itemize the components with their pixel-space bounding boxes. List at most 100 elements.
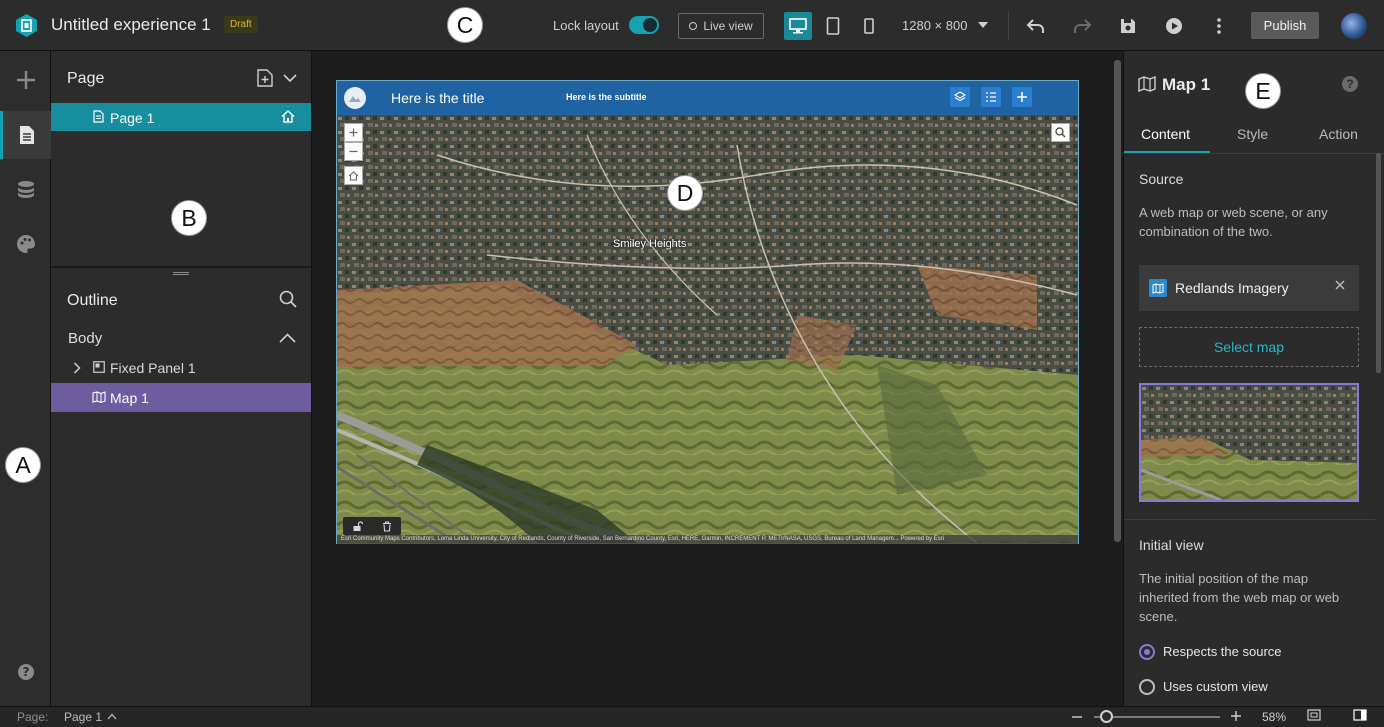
settings-scrollbar[interactable] (1376, 153, 1381, 373)
initial-view-description: The initial position of the map inherite… (1139, 571, 1340, 624)
fit-screen-icon (1307, 709, 1321, 721)
help-icon[interactable]: ? (1342, 76, 1358, 92)
unlock-button[interactable] (352, 520, 364, 532)
custom-view-label[interactable]: Uses custom view (1163, 679, 1268, 694)
fit-to-screen-button[interactable] (1307, 709, 1321, 721)
respects-source-radio[interactable] (1139, 644, 1155, 660)
undo-icon (1026, 19, 1044, 33)
zoom-in-button[interactable] (344, 123, 363, 142)
zoom-out-icon (349, 150, 358, 153)
user-avatar[interactable] (1341, 13, 1367, 39)
header-logo-icon (344, 87, 366, 109)
svg-text:?: ? (22, 665, 29, 679)
plus-icon (16, 71, 35, 89)
source-heading: Source (1139, 171, 1184, 187)
section-divider (1124, 519, 1375, 520)
redo-button[interactable] (1070, 14, 1094, 38)
lock-layout-toggle[interactable] (629, 16, 659, 34)
live-view-button[interactable]: Live view (678, 13, 764, 39)
status-page-selector[interactable]: Page 1 (64, 710, 102, 724)
layers-button[interactable] (950, 87, 970, 107)
plus-icon (1017, 92, 1027, 102)
outline-item-label[interactable]: Fixed Panel 1 (110, 360, 196, 376)
home-icon (348, 170, 359, 181)
tablet-icon (826, 17, 840, 35)
webmap-icon (1149, 279, 1167, 297)
lock-layout-label: Lock layout (553, 18, 619, 33)
map-attribution: Esri Community Maps Contributors, Loma L… (337, 535, 1078, 544)
zoom-in-icon (349, 128, 358, 137)
theme-panel-button[interactable] (0, 220, 51, 268)
callout-c: C (447, 7, 483, 43)
zoom-slider-thumb[interactable] (1100, 710, 1113, 723)
page-list-item[interactable] (51, 103, 311, 131)
panel-splitter[interactable] (51, 266, 311, 268)
add-page-chevron-down-icon[interactable] (283, 74, 297, 83)
page-panel-title: Page (67, 70, 105, 87)
tab-content[interactable]: Content (1141, 126, 1190, 142)
map-search-button[interactable] (1051, 123, 1070, 142)
callout-d: D (667, 175, 703, 211)
tab-style[interactable]: Style (1237, 126, 1268, 142)
legend-button[interactable] (981, 87, 1001, 107)
remove-source-button[interactable] (1335, 280, 1345, 290)
widget-title[interactable]: Map 1 (1162, 75, 1210, 95)
header-subtitle: Here is the subtitle (566, 92, 647, 102)
add-button[interactable] (1012, 87, 1032, 107)
splitter-grip-icon[interactable] (173, 272, 189, 275)
map-place-label: Smiley Heights (613, 238, 687, 250)
chevron-down-icon[interactable] (978, 22, 988, 28)
desktop-device-button[interactable] (784, 12, 812, 40)
preview-button[interactable] (1162, 14, 1186, 38)
app-logo-icon[interactable] (14, 13, 39, 38)
toolbar-divider (1008, 12, 1009, 40)
chevron-up-icon[interactable] (107, 713, 117, 720)
insert-widget-button[interactable] (0, 56, 51, 104)
callout-a: A (5, 447, 41, 483)
data-panel-button[interactable] (0, 166, 51, 214)
map-icon (1138, 76, 1156, 92)
outline-body-label[interactable]: Body (68, 330, 102, 347)
resolution-select[interactable]: 1280 × 800 (902, 18, 967, 33)
zoom-in-button[interactable] (1230, 710, 1242, 722)
toggle-panel-button[interactable] (1353, 709, 1367, 721)
plus-icon (1231, 711, 1241, 721)
outline-item-selected[interactable] (51, 383, 311, 412)
undo-button[interactable] (1024, 14, 1048, 38)
page-icon (20, 126, 34, 144)
page-item-label: Page 1 (110, 110, 155, 126)
map-thumbnail[interactable] (1139, 383, 1359, 502)
home-extent-button[interactable] (344, 166, 363, 185)
fixed-panel-icon (93, 361, 105, 373)
map-widget[interactable] (337, 115, 1078, 543)
publish-button[interactable]: Publish (1251, 12, 1319, 39)
add-page-button[interactable] (257, 69, 273, 87)
select-map-button[interactable]: Select map (1139, 327, 1359, 367)
delete-button[interactable] (382, 520, 392, 532)
canvas-scrollbar[interactable] (1114, 60, 1121, 542)
help-button[interactable]: ? (0, 648, 51, 696)
page-item-icon (93, 110, 104, 123)
outline-search-button[interactable] (279, 290, 297, 308)
chevron-up-icon[interactable] (279, 333, 296, 343)
outline-item-label: Map 1 (110, 390, 149, 406)
phone-device-button[interactable] (855, 12, 883, 40)
redo-icon (1074, 19, 1092, 33)
phone-icon (864, 18, 874, 34)
callout-e: E (1245, 73, 1281, 109)
callout-b: B (171, 200, 207, 236)
respects-source-label[interactable]: Respects the source (1163, 644, 1282, 659)
zoom-out-button[interactable] (344, 142, 363, 161)
app-title[interactable]: Untitled experience 1 (51, 15, 211, 35)
save-icon (1121, 19, 1135, 33)
save-button[interactable] (1116, 14, 1140, 38)
zoom-out-button[interactable] (1071, 711, 1083, 723)
more-menu-button[interactable] (1207, 14, 1231, 38)
chevron-right-icon[interactable] (73, 362, 81, 374)
list-icon (986, 92, 996, 102)
tab-action[interactable]: Action (1319, 126, 1358, 142)
page-panel-button[interactable] (0, 111, 51, 159)
custom-view-radio[interactable] (1139, 679, 1155, 695)
outline-title: Outline (67, 292, 118, 309)
tablet-device-button[interactable] (819, 12, 847, 40)
